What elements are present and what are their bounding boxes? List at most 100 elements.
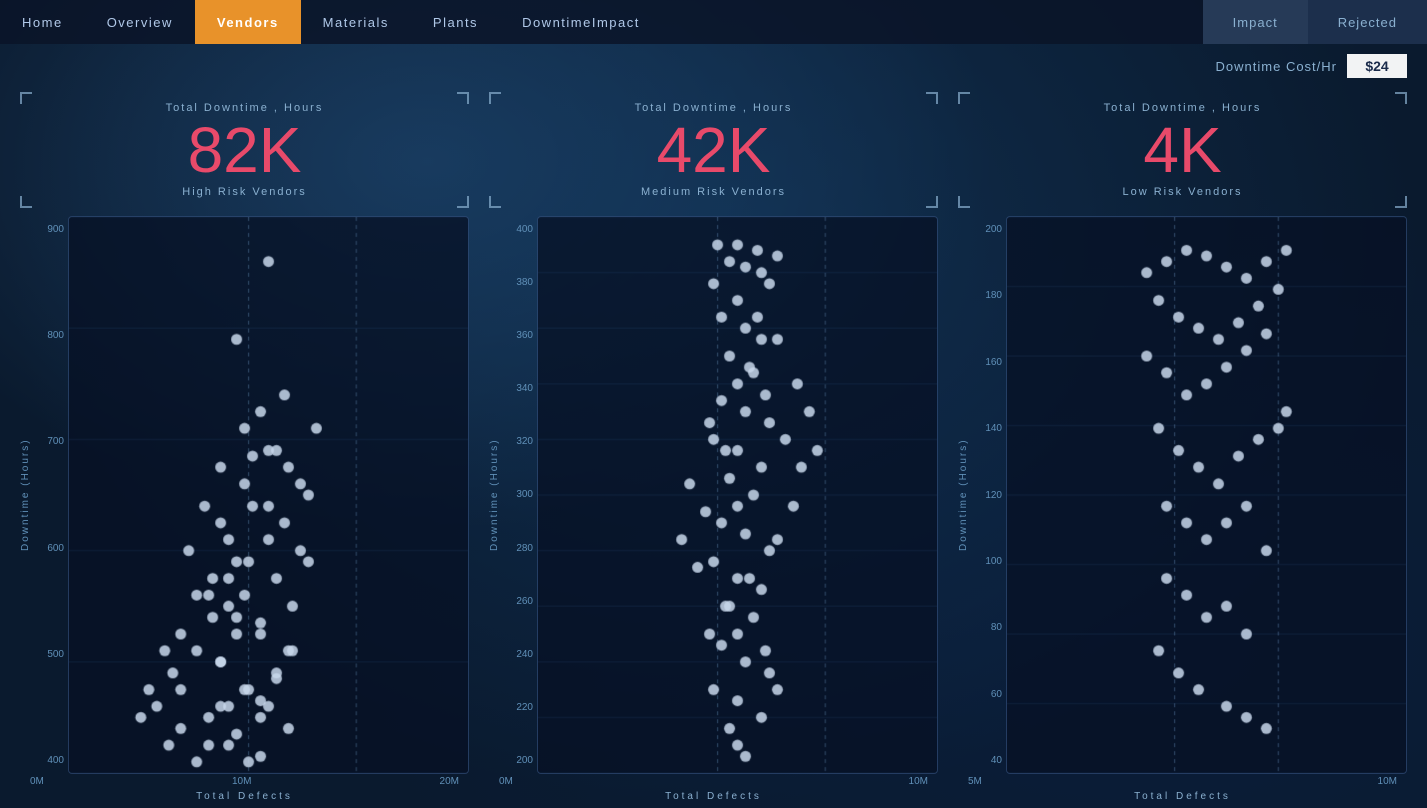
scatter-plot: [68, 216, 469, 774]
chart-wrapper: Downtime (Hours) 900 800 700 600 500 400: [20, 216, 469, 774]
y-axis-label: 200: [516, 755, 533, 766]
corner-bl: [958, 196, 970, 208]
y-axis-title: Downtime (Hours): [20, 216, 31, 774]
rejected-button[interactable]: Rejected: [1308, 0, 1427, 44]
nav-item-downtime-impact[interactable]: DowntimeImpact: [500, 0, 662, 44]
corner-tr: [926, 92, 938, 104]
kpi-low-risk: Total Downtime , Hours 4K Low Risk Vendo…: [958, 92, 1407, 208]
kpi-high-risk: Total Downtime , Hours 82K High Risk Ven…: [20, 92, 469, 208]
y-axis-label: 380: [516, 277, 533, 288]
y-axis-label: 600: [47, 543, 64, 554]
x-axis-label: 10M: [232, 776, 251, 787]
kpi-subtitle: Low Risk Vendors: [974, 186, 1391, 198]
kpi-title: Total Downtime , Hours: [974, 102, 1391, 114]
corner-bl: [489, 196, 501, 208]
x-axis-label: 10M: [1378, 776, 1397, 787]
y-axis-title: Downtime (Hours): [958, 216, 969, 774]
x-labels-row: 0M 10M 20M: [20, 776, 469, 787]
x-axis-label: 10M: [909, 776, 928, 787]
chart-y-area: Downtime (Hours) 900 800 700 600 500 400: [20, 216, 68, 774]
bottom-title-text: Total Defects: [665, 791, 762, 802]
downtime-cost-value[interactable]: $24: [1347, 54, 1407, 78]
nav-item-plants[interactable]: Plants: [411, 0, 500, 44]
chart-y-area: Downtime (Hours) 400 380 360 340 320 300 280 26…: [489, 216, 537, 774]
y-axis-label: 40: [991, 755, 1002, 766]
chart-box: [537, 216, 938, 774]
chart-wrapper: Downtime (Hours) 200 180 160 140 120 100 80 60 4…: [958, 216, 1407, 774]
y-axis-label: 60: [991, 689, 1002, 700]
scatter-canvas: [538, 217, 937, 773]
chart-box: [1006, 216, 1407, 774]
corner-br: [1395, 196, 1407, 208]
y-axis-label: 400: [47, 755, 64, 766]
y-axis-label: 240: [516, 649, 533, 660]
nav-item-home[interactable]: Home: [0, 0, 85, 44]
kpi-value: 4K: [974, 118, 1391, 182]
chart-container-medium-risk-chart: Downtime (Hours) 400 380 360 340 320 300 280 26…: [489, 216, 938, 802]
corner-tl: [958, 92, 970, 104]
nav-item-overview[interactable]: Overview: [85, 0, 195, 44]
y-axis-label: 140: [985, 423, 1002, 434]
y-labels: 200 180 160 140 120 100 80 60 40: [971, 216, 1006, 774]
bottom-title-text: Total Defects: [196, 791, 293, 802]
kpi-medium-risk: Total Downtime , Hours 42K Medium Risk V…: [489, 92, 938, 208]
charts-row: Downtime (Hours) 900800700600500400 0M10…: [20, 216, 1407, 802]
corner-bl: [20, 196, 32, 208]
y-axis-label: 360: [516, 330, 533, 341]
y-axis-label: 200: [985, 224, 1002, 235]
y-axis-label: 160: [985, 357, 1002, 368]
corner-tr: [457, 92, 469, 104]
x-labels-row: 0M10M: [489, 776, 938, 787]
nav-item-materials[interactable]: Materials: [301, 0, 411, 44]
y-axis-label: 80: [991, 622, 1002, 633]
kpi-title: Total Downtime , Hours: [36, 102, 453, 114]
chart-wrapper: Downtime (Hours) 400 380 360 340 320 300 280 26…: [489, 216, 938, 774]
corner-tr: [1395, 92, 1407, 104]
chart-bottom-title: Total Defects: [1128, 791, 1237, 802]
y-axis-label: 220: [516, 702, 533, 713]
kpi-row: Total Downtime , Hours 82K High Risk Ven…: [20, 92, 1407, 208]
kpi-title: Total Downtime , Hours: [505, 102, 922, 114]
top-right-buttons: Impact Rejected: [1203, 0, 1427, 44]
y-labels: 400 380 360 340 320 300 280 260 240 220 200: [502, 216, 537, 774]
impact-button[interactable]: Impact: [1203, 0, 1308, 44]
chart-bottom-title: Total Defects: [190, 791, 299, 802]
y-axis-label: 280: [516, 543, 533, 554]
kpi-subtitle: Medium Risk Vendors: [505, 186, 922, 198]
y-axis-title: Downtime (Hours): [489, 216, 500, 774]
y-axis-label: 320: [516, 436, 533, 447]
corner-br: [926, 196, 938, 208]
y-axis-label: 260: [516, 596, 533, 607]
y-labels: 900 800 700 600 500 400: [33, 216, 68, 774]
bottom-title-text: Total Defects: [1134, 791, 1231, 802]
scatter-canvas: [69, 217, 468, 773]
scatter-plot: [1006, 216, 1407, 774]
chart-box: [68, 216, 469, 774]
y-axis-label: 500: [47, 649, 64, 660]
y-axis-label: 800: [47, 330, 64, 341]
scatter-canvas: [1007, 217, 1406, 773]
main-content: Total Downtime , Hours 82K High Risk Ven…: [0, 88, 1427, 808]
y-axis-label: 180: [985, 290, 1002, 301]
y-axis-label: 300: [516, 489, 533, 500]
scatter-plot: [537, 216, 938, 774]
y-axis-label: 100: [985, 556, 1002, 567]
y-axis-label: 120: [985, 490, 1002, 501]
x-axis-label: 20M: [440, 776, 459, 787]
corner-br: [457, 196, 469, 208]
corner-tl: [489, 92, 501, 104]
chart-container-high-risk-chart: Downtime (Hours) 900 800 700 600 500 400 0M 10…: [20, 216, 469, 802]
x-axis-label: 0M: [30, 776, 44, 787]
y-axis-label: 400: [516, 224, 533, 235]
kpi-value: 42K: [505, 118, 922, 182]
y-axis-label: 700: [47, 436, 64, 447]
corner-tl: [20, 92, 32, 104]
x-axis-label: 5M: [968, 776, 982, 787]
y-axis-label: 340: [516, 383, 533, 394]
downtime-cost-label: Downtime Cost/Hr: [1216, 59, 1337, 74]
chart-y-area: Downtime (Hours) 200 180 160 140 120 100 80 60 4…: [958, 216, 1006, 774]
x-labels-row: 5M 10M: [958, 776, 1407, 787]
y-axis-label: 900: [47, 224, 64, 235]
nav-item-vendors[interactable]: Vendors: [195, 0, 301, 44]
chart-container-low-risk-chart: Downtime (Hours) 200 180 160 140 120 100 80 60 4…: [958, 216, 1407, 802]
